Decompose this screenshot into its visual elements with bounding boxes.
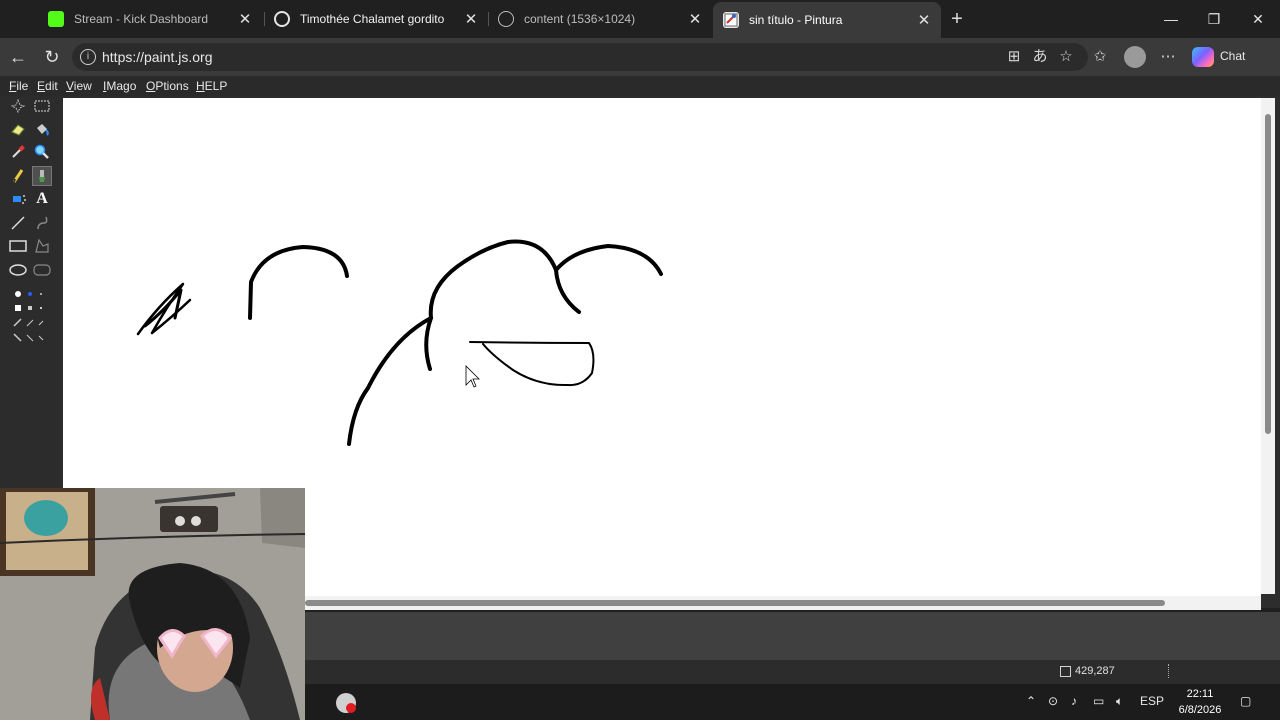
ellipse-icon[interactable] — [8, 260, 28, 280]
vertical-scrollbar[interactable] — [1261, 98, 1275, 594]
close-icon[interactable]: ✕ — [684, 8, 706, 30]
camera-icon[interactable]: ⊙ — [1048, 694, 1058, 708]
menu-help[interactable]: HELP — [196, 79, 227, 93]
cursor-coordinates: 429,287 — [1060, 665, 1115, 677]
volume-icon[interactable]: 🔈︎ — [1116, 694, 1123, 709]
paint-menu-bar: File Edit View IMago OPtions HELP — [0, 76, 1280, 96]
notifications-icon[interactable]: ▢ — [1240, 694, 1251, 708]
fill-bucket-icon[interactable] — [32, 119, 52, 139]
tab-title: Stream - Kick Dashboard — [74, 12, 209, 26]
tab-strip: Stream - Kick Dashboard ✕ Timothée Chala… — [0, 0, 1280, 38]
chat-button[interactable]: Chat — [1220, 49, 1245, 63]
menu-edit[interactable]: Edit — [37, 79, 58, 93]
canvas-size-icon — [1168, 664, 1182, 678]
free-select-icon[interactable] — [8, 96, 28, 116]
back-button[interactable]: ← — [6, 45, 30, 69]
brush-icon[interactable] — [32, 166, 52, 186]
color-palette[interactable] — [305, 612, 1280, 660]
site-info-icon[interactable]: i — [80, 49, 96, 65]
obs-icon[interactable] — [336, 693, 356, 713]
new-tab-button[interactable]: + — [946, 8, 968, 30]
brush-shape-options[interactable] — [10, 284, 50, 344]
more-menu-icon[interactable]: ⋯ — [1158, 47, 1178, 67]
airbrush-icon[interactable] — [8, 189, 28, 209]
webcam-feed — [0, 488, 305, 720]
color-picker-icon[interactable] — [8, 142, 28, 162]
rectangle-icon[interactable] — [8, 236, 28, 256]
restore-button[interactable]: ❐ — [1201, 6, 1227, 32]
eraser-icon[interactable] — [8, 119, 28, 139]
mouse-pointer-icon — [465, 365, 480, 388]
translate-icon[interactable]: あ — [1030, 47, 1050, 67]
copilot-icon[interactable] — [1192, 47, 1214, 67]
language-indicator[interactable]: ESP — [1140, 694, 1164, 708]
address-url[interactable]: https://paint.js.org — [102, 49, 213, 65]
system-clock[interactable]: 22:11 6/8/2026 — [1170, 686, 1230, 718]
tab-paint[interactable]: sin título - Pintura ✕ — [713, 2, 941, 38]
menu-options[interactable]: OPtions — [146, 79, 189, 93]
minimize-button[interactable]: — — [1158, 6, 1184, 32]
tab-content-image[interactable]: content (1536×1024) ✕ — [488, 4, 712, 34]
text-icon[interactable]: A — [32, 189, 52, 209]
address-bar[interactable]: i https://paint.js.org ⊞ あ ☆ — [72, 43, 1088, 71]
vertical-scroll-thumb[interactable] — [1265, 114, 1271, 434]
window-close-button[interactable]: ✕ — [1245, 6, 1271, 32]
horizontal-scroll-thumb[interactable] — [305, 600, 1165, 606]
close-icon[interactable]: ✕ — [234, 8, 256, 30]
horizontal-scrollbar[interactable] — [305, 596, 1261, 610]
reload-button[interactable]: ↻ — [40, 45, 64, 69]
webcam-overlay — [0, 488, 305, 720]
tab-title: sin título - Pintura — [749, 13, 843, 27]
favorites-icon[interactable]: ✩ — [1090, 47, 1110, 67]
rect-select-icon[interactable] — [32, 96, 52, 116]
chatgpt-logo-icon — [274, 11, 290, 27]
paint-status-bar — [305, 660, 1280, 684]
curve-icon[interactable] — [32, 213, 52, 233]
app-available-icon[interactable]: ⊞ — [1004, 47, 1024, 67]
magnifier-icon[interactable] — [32, 142, 52, 162]
globe-icon — [498, 11, 514, 27]
menu-image[interactable]: IMago — [103, 79, 136, 93]
microphone-icon[interactable]: ♪ — [1071, 694, 1077, 708]
line-icon[interactable] — [8, 213, 28, 233]
pencil-icon[interactable] — [8, 166, 28, 186]
tab-kick-dashboard[interactable]: Stream - Kick Dashboard ✕ — [38, 4, 262, 34]
menu-view[interactable]: View — [66, 79, 92, 93]
favorite-star-icon[interactable]: ☆ — [1056, 47, 1076, 67]
network-icon[interactable]: ▭ — [1093, 694, 1104, 708]
close-icon[interactable]: ✕ — [913, 9, 935, 31]
profile-avatar[interactable] — [1124, 46, 1146, 68]
menu-file[interactable]: File — [9, 79, 28, 93]
tab-chatgpt[interactable]: Timothée Chalamet gordito ✕ — [264, 4, 488, 34]
close-icon[interactable]: ✕ — [460, 8, 482, 30]
paint-icon — [723, 12, 739, 28]
tray-overflow-icon[interactable]: ⌃ — [1026, 694, 1036, 708]
kick-logo-icon — [48, 11, 64, 27]
browser-toolbar: ← ↻ i https://paint.js.org ⊞ あ ☆ ✩ ⋯ Cha… — [0, 38, 1280, 76]
selection-size-icon — [1060, 665, 1071, 677]
tab-title: Timothée Chalamet gordito — [300, 12, 445, 26]
polygon-icon[interactable] — [32, 236, 52, 256]
rounded-rect-icon[interactable] — [32, 260, 52, 280]
tab-title: content (1536×1024) — [524, 12, 636, 26]
